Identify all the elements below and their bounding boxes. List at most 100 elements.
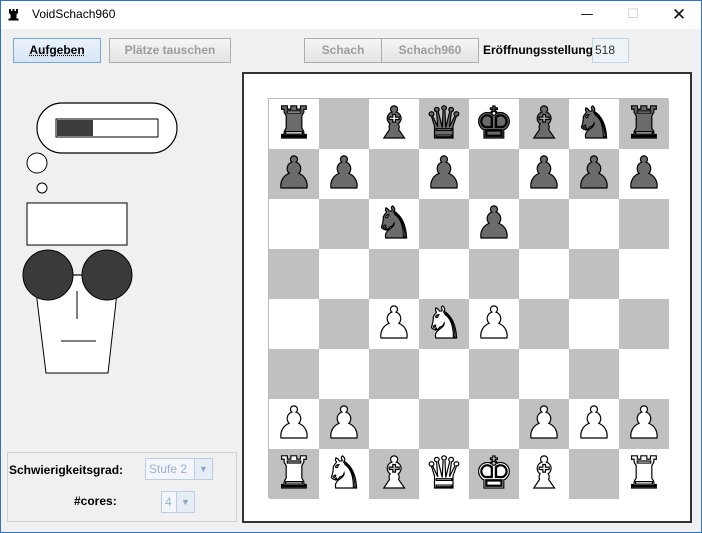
difficulty-select[interactable]: Stufe 2 ▼ xyxy=(145,458,213,480)
square-h5[interactable] xyxy=(619,249,669,299)
white-queen-icon[interactable]: ♛ xyxy=(424,451,465,496)
square-e4[interactable]: ♟ xyxy=(469,299,519,349)
cores-select[interactable]: 4 ▼ xyxy=(161,491,195,513)
square-a1[interactable]: ♜ xyxy=(269,449,319,499)
square-c4[interactable]: ♟ xyxy=(369,299,419,349)
square-e7[interactable] xyxy=(469,149,519,199)
title-bar[interactable]: VoidSchach960 — ☐ ✕ xyxy=(1,1,701,29)
square-f8[interactable]: ♝ xyxy=(519,99,569,149)
square-e2[interactable] xyxy=(469,399,519,449)
square-h1[interactable]: ♜ xyxy=(619,449,669,499)
white-knight-icon[interactable]: ♞ xyxy=(424,301,465,346)
square-h7[interactable]: ♟ xyxy=(619,149,669,199)
square-g7[interactable]: ♟ xyxy=(569,149,619,199)
square-b2[interactable]: ♟ xyxy=(319,399,369,449)
square-d7[interactable]: ♟ xyxy=(419,149,469,199)
square-b4[interactable] xyxy=(319,299,369,349)
square-a7[interactable]: ♟ xyxy=(269,149,319,199)
square-e8[interactable]: ♚ xyxy=(469,99,519,149)
chess-mode-button[interactable]: Schach xyxy=(304,38,382,63)
square-a3[interactable] xyxy=(269,349,319,399)
square-g6[interactable] xyxy=(569,199,619,249)
square-a2[interactable]: ♟ xyxy=(269,399,319,449)
square-f1[interactable]: ♝ xyxy=(519,449,569,499)
black-rook-icon[interactable]: ♜ xyxy=(624,101,665,146)
black-pawn-icon[interactable]: ♟ xyxy=(574,151,615,196)
square-d8[interactable]: ♛ xyxy=(419,99,469,149)
white-rook-icon[interactable]: ♜ xyxy=(624,451,665,496)
square-c5[interactable] xyxy=(369,249,419,299)
black-pawn-icon[interactable]: ♟ xyxy=(274,151,315,196)
square-h3[interactable] xyxy=(619,349,669,399)
square-b5[interactable] xyxy=(319,249,369,299)
black-knight-icon[interactable]: ♞ xyxy=(374,201,415,246)
white-pawn-icon[interactable]: ♟ xyxy=(524,401,565,446)
square-d4[interactable]: ♞ xyxy=(419,299,469,349)
square-f4[interactable] xyxy=(519,299,569,349)
black-king-icon[interactable]: ♚ xyxy=(474,101,515,146)
black-pawn-icon[interactable]: ♟ xyxy=(474,201,515,246)
square-a8[interactable]: ♜ xyxy=(269,99,319,149)
square-c2[interactable] xyxy=(369,399,419,449)
square-f5[interactable] xyxy=(519,249,569,299)
square-b6[interactable] xyxy=(319,199,369,249)
chevron-down-icon[interactable]: ▼ xyxy=(194,459,212,479)
square-d3[interactable] xyxy=(419,349,469,399)
black-knight-icon[interactable]: ♞ xyxy=(574,101,615,146)
square-b7[interactable]: ♟ xyxy=(319,149,369,199)
square-f7[interactable]: ♟ xyxy=(519,149,569,199)
chevron-down-icon[interactable]: ▼ xyxy=(176,492,194,512)
square-a6[interactable] xyxy=(269,199,319,249)
white-pawn-icon[interactable]: ♟ xyxy=(474,301,515,346)
white-pawn-icon[interactable]: ♟ xyxy=(324,401,365,446)
square-d1[interactable]: ♛ xyxy=(419,449,469,499)
white-pawn-icon[interactable]: ♟ xyxy=(374,301,415,346)
chess960-mode-button[interactable]: Schach960 xyxy=(381,38,479,63)
square-h2[interactable]: ♟ xyxy=(619,399,669,449)
square-a4[interactable] xyxy=(269,299,319,349)
square-b1[interactable]: ♞ xyxy=(319,449,369,499)
square-g4[interactable] xyxy=(569,299,619,349)
white-bishop-icon[interactable]: ♝ xyxy=(524,451,565,496)
black-pawn-icon[interactable]: ♟ xyxy=(324,151,365,196)
black-rook-icon[interactable]: ♜ xyxy=(274,101,315,146)
square-c3[interactable] xyxy=(369,349,419,399)
black-bishop-icon[interactable]: ♝ xyxy=(524,101,565,146)
square-d2[interactable] xyxy=(419,399,469,449)
chess-board[interactable]: ♜ ♝ ♛ ♚ ♝ ♞ ♜ ♟ ♟ ♟ ♟ ♟ ♟ ♞ ♟ ♟ ♞ ♟ ♟ ♟ ♟ ♟ ♟ ♜ ♞ ♝ ♛ ♚ ♝ ♜ xyxy=(268,98,669,499)
square-d5[interactable] xyxy=(419,249,469,299)
square-f6[interactable] xyxy=(519,199,569,249)
square-b3[interactable] xyxy=(319,349,369,399)
square-h8[interactable]: ♜ xyxy=(619,99,669,149)
square-g2[interactable]: ♟ xyxy=(569,399,619,449)
swap-sides-button[interactable]: Plätze tauschen xyxy=(109,38,231,63)
square-c6[interactable]: ♞ xyxy=(369,199,419,249)
square-g5[interactable] xyxy=(569,249,619,299)
black-pawn-icon[interactable]: ♟ xyxy=(624,151,665,196)
square-e1[interactable]: ♚ xyxy=(469,449,519,499)
square-f3[interactable] xyxy=(519,349,569,399)
white-knight-icon[interactable]: ♞ xyxy=(324,451,365,496)
black-pawn-icon[interactable]: ♟ xyxy=(524,151,565,196)
square-c8[interactable]: ♝ xyxy=(369,99,419,149)
maximize-button[interactable]: ☐ xyxy=(610,1,656,29)
square-e6[interactable]: ♟ xyxy=(469,199,519,249)
square-c7[interactable] xyxy=(369,149,419,199)
white-rook-icon[interactable]: ♜ xyxy=(274,451,315,496)
black-queen-icon[interactable]: ♛ xyxy=(424,101,465,146)
white-king-icon[interactable]: ♚ xyxy=(474,451,515,496)
white-pawn-icon[interactable]: ♟ xyxy=(574,401,615,446)
square-e3[interactable] xyxy=(469,349,519,399)
square-h4[interactable] xyxy=(619,299,669,349)
minimize-button[interactable]: — xyxy=(564,1,610,29)
black-pawn-icon[interactable]: ♟ xyxy=(424,151,465,196)
square-g3[interactable] xyxy=(569,349,619,399)
white-pawn-icon[interactable]: ♟ xyxy=(624,401,665,446)
resign-button[interactable]: Aufgeben xyxy=(13,38,101,63)
square-h6[interactable] xyxy=(619,199,669,249)
square-b8[interactable] xyxy=(319,99,369,149)
square-g8[interactable]: ♞ xyxy=(569,99,619,149)
black-bishop-icon[interactable]: ♝ xyxy=(374,101,415,146)
white-bishop-icon[interactable]: ♝ xyxy=(374,451,415,496)
square-e5[interactable] xyxy=(469,249,519,299)
